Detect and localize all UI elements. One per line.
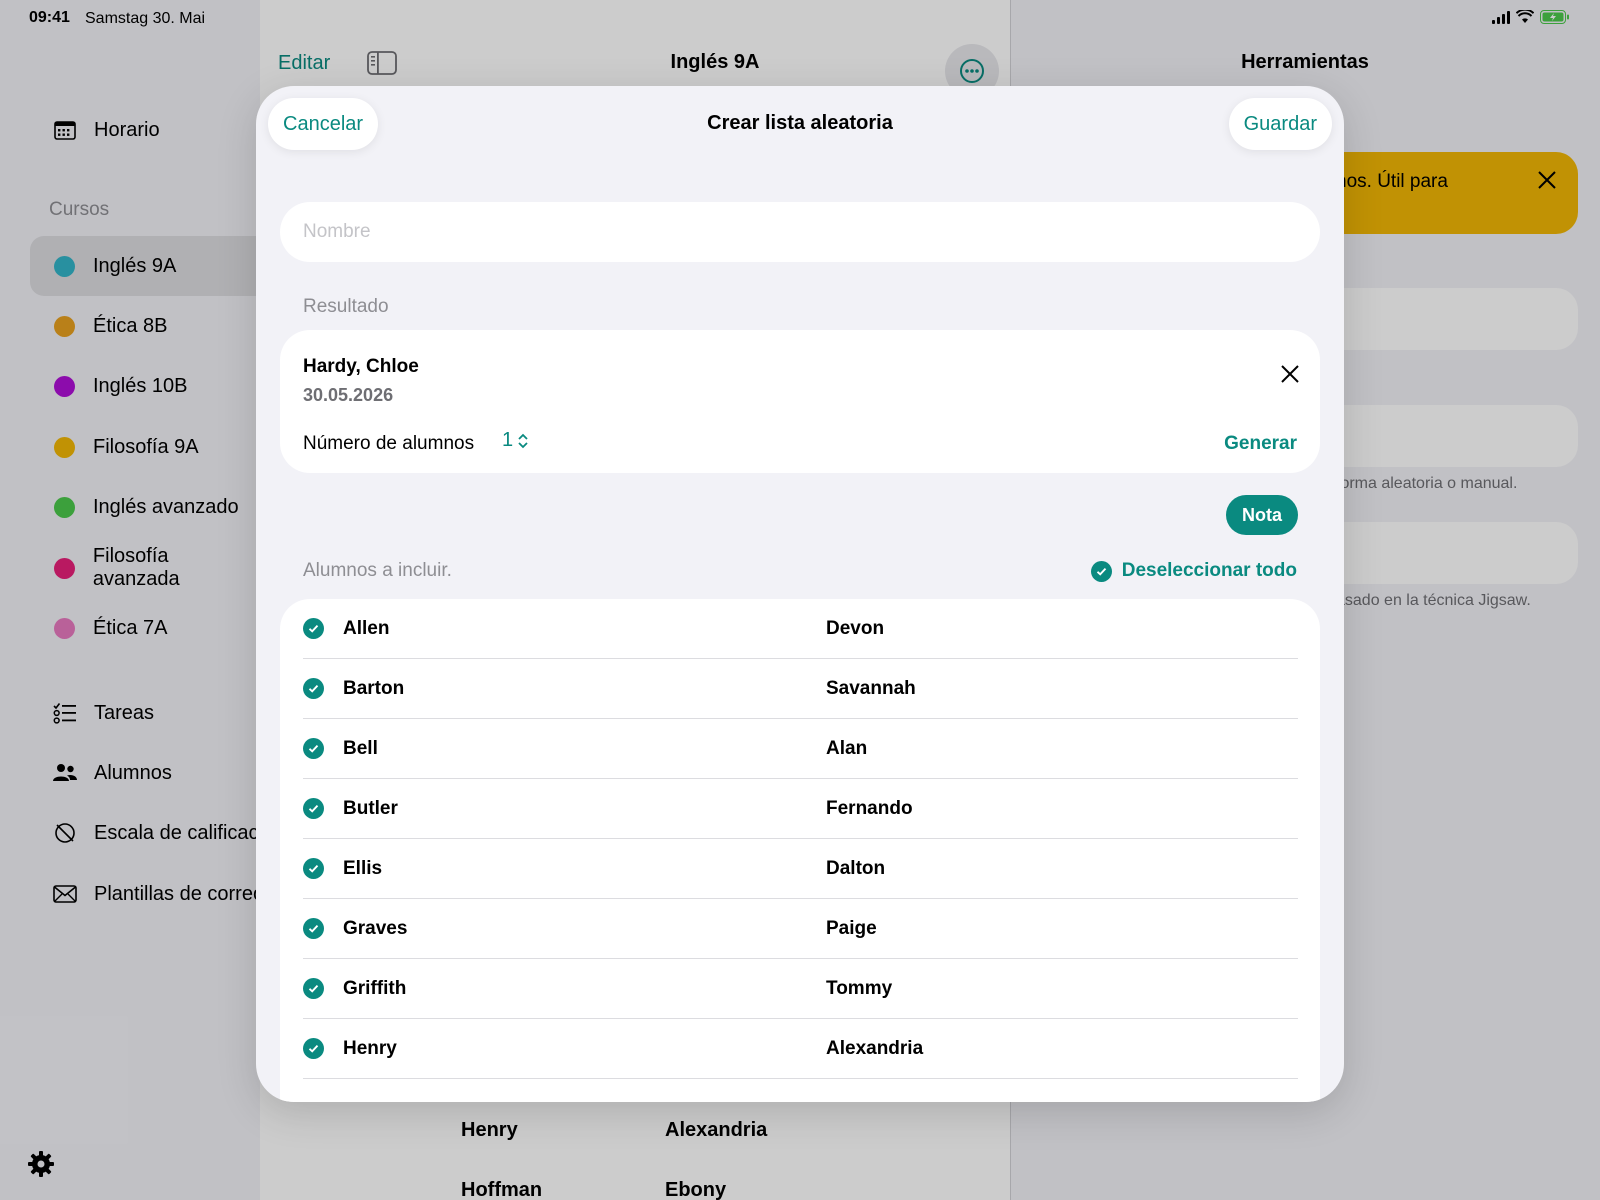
note-button[interactable]: Nota — [1226, 495, 1298, 535]
checkmark-circle-icon[interactable] — [303, 1038, 324, 1059]
checkmark-circle-icon[interactable] — [303, 678, 324, 699]
generate-button[interactable]: Generar — [1224, 433, 1297, 455]
student-last-name: Graves — [343, 917, 408, 939]
student-first-name: Tommy — [826, 977, 893, 999]
student-last-name: Henry — [343, 1037, 397, 1059]
student-row[interactable]: Ellis Dalton — [303, 839, 1298, 899]
student-first-name: Savannah — [826, 677, 916, 699]
result-student-name: Hardy, Chloe — [303, 356, 419, 377]
student-last-name: Ellis — [343, 857, 383, 879]
create-random-list-sheet: Cancelar Crear lista aleatoria Guardar R… — [256, 86, 1344, 1102]
sheet-title: Crear lista aleatoria — [707, 112, 893, 134]
result-date: 30.05.2026 — [303, 385, 394, 405]
student-last-name: Barton — [343, 677, 405, 699]
student-first-name: Alan — [826, 737, 868, 759]
student-first-name: Paige — [826, 917, 877, 939]
student-row[interactable]: Butler Fernando — [303, 779, 1298, 839]
student-list: Allen Devon Barton Savannah Bell Alan Bu… — [280, 599, 1320, 1102]
student-row[interactable]: Bell Alan — [303, 719, 1298, 779]
student-first-name: Dalton — [826, 857, 886, 879]
checkmark-circle-icon[interactable] — [303, 618, 324, 639]
student-count-picker[interactable]: 1 — [502, 429, 529, 452]
student-row[interactable]: Griffith Tommy — [303, 959, 1298, 1019]
checkmark-circle-icon[interactable] — [303, 858, 324, 879]
checkmark-circle-icon[interactable] — [303, 798, 324, 819]
chevron-up-down-icon — [518, 433, 528, 448]
close-icon — [1281, 365, 1299, 383]
student-first-name: Devon — [826, 617, 885, 639]
student-row[interactable]: Allen Devon — [303, 599, 1298, 659]
student-last-name: Butler — [343, 797, 398, 819]
student-last-name: Allen — [343, 617, 390, 639]
checkmark-circle-icon — [1090, 560, 1112, 582]
student-first-name: Alexandria — [826, 1037, 924, 1059]
include-header: Alumnos a incluir. — [303, 560, 452, 581]
student-last-name: Bell — [343, 737, 378, 759]
clear-result-button[interactable] — [1276, 360, 1304, 388]
save-button[interactable]: Guardar — [1228, 98, 1332, 150]
count-value: 1 — [502, 429, 514, 451]
result-card: Hardy, Chloe 30.05.2026 Número de alumno… — [280, 330, 1320, 473]
student-last-name: Griffith — [343, 977, 407, 999]
checkmark-circle-icon[interactable] — [303, 978, 324, 999]
student-row[interactable]: Graves Paige — [303, 899, 1298, 959]
student-row[interactable]: Henry Alexandria — [303, 1019, 1298, 1079]
result-header: Resultado — [303, 296, 389, 317]
checkmark-circle-icon[interactable] — [303, 918, 324, 939]
count-label: Número de alumnos — [303, 433, 475, 454]
checkmark-circle-icon[interactable] — [303, 738, 324, 759]
name-input[interactable] — [280, 202, 1320, 262]
deselect-all-button[interactable]: Deseleccionar todo — [1090, 560, 1297, 582]
student-first-name: Fernando — [826, 797, 913, 819]
student-row[interactable]: Barton Savannah — [303, 659, 1298, 719]
deselect-all-label: Deseleccionar todo — [1121, 560, 1297, 581]
